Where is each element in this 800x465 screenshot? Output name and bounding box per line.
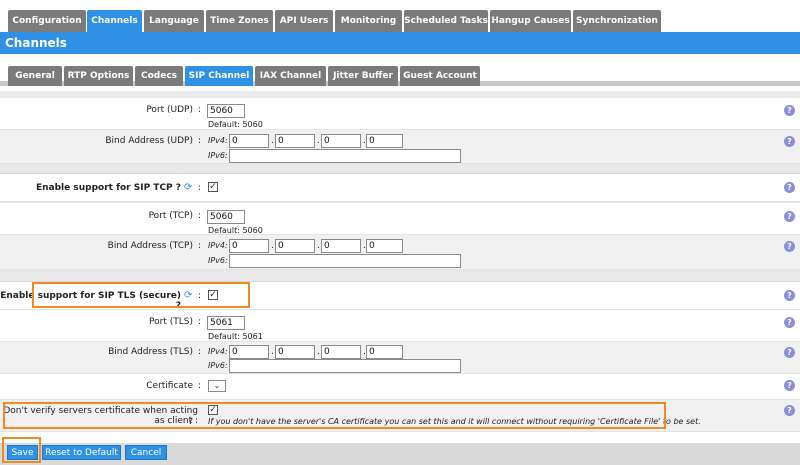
port-udp-input[interactable]: 5060: [207, 104, 245, 118]
port-tls-input[interactable]: 5061: [207, 316, 245, 330]
tab-channels[interactable]: Channels: [87, 10, 142, 32]
bind-tls-ipv4-octet-2[interactable]: 0: [275, 345, 315, 359]
ipv6-label: IPv6:: [208, 256, 228, 265]
ip-dot: .: [271, 136, 274, 146]
ip-dot: .: [271, 241, 274, 251]
bind-tcp-ipv4-octet-2[interactable]: 0: [275, 239, 315, 253]
bind-tls-label: Bind Address (TLS): [108, 347, 193, 357]
highlight-save: [2, 437, 41, 463]
help-icon[interactable]: ?: [784, 290, 795, 301]
subtab-rtp-options[interactable]: RTP Options: [64, 66, 133, 86]
subtab-guest-account[interactable]: Guest Account: [400, 66, 480, 86]
bind-udp-ipv4-octet-2[interactable]: 0: [275, 134, 315, 148]
subtab-codecs[interactable]: Codecs: [135, 66, 183, 86]
row-spacer: [0, 164, 800, 174]
top-tab-bar: Configuration Channels Language Time Zon…: [0, 0, 800, 32]
bind-tls-ipv4-octet-4[interactable]: 0: [366, 345, 403, 359]
help-icon[interactable]: ?: [784, 241, 795, 252]
bind-udp-ipv4-octet-4[interactable]: 0: [366, 134, 403, 148]
bind-udp-ipv6-input[interactable]: [229, 149, 461, 163]
tab-hangup-causes[interactable]: Hangup Causes: [490, 10, 571, 32]
enable-tcp-label: Enable support for SIP TCP ?: [35, 183, 181, 193]
tab-time-zones[interactable]: Time Zones: [206, 10, 273, 32]
port-tcp-label: Port (TCP): [148, 211, 193, 221]
row-port-tls: Port (TLS) : 5061 Default: 5061 ?: [0, 310, 800, 342]
help-icon[interactable]: ?: [784, 182, 795, 193]
cancel-button[interactable]: Cancel: [125, 445, 167, 460]
bind-udp-ipv4-octet-1[interactable]: 0: [229, 134, 269, 148]
bind-tcp-ipv4-octet-3[interactable]: 0: [321, 239, 361, 253]
section-title: Channels: [0, 32, 800, 54]
colon: :: [198, 317, 202, 327]
form-top-band: [0, 91, 800, 98]
port-udp-label: Port (UDP): [146, 105, 193, 115]
port-tls-default: Default: 5061: [208, 332, 263, 341]
ipv6-label: IPv6:: [208, 361, 228, 370]
ip-dot: .: [317, 347, 320, 357]
help-icon[interactable]: ?: [784, 380, 795, 391]
colon: :: [198, 381, 202, 391]
row-port-tcp: Port (TCP) : 5060 Default: 5060 ?: [0, 202, 800, 235]
highlight-enable-tls: [32, 282, 250, 308]
row-enable-tcp: Enable support for SIP TCP ? ⟳ : ✓ ?: [0, 174, 800, 202]
certificate-select[interactable]: ⌄: [208, 380, 226, 392]
ip-dot: .: [271, 347, 274, 357]
help-icon[interactable]: ?: [784, 347, 795, 358]
row-bind-tcp: Bind Address (TCP) : IPv4: 0 . 0 . 0 . 0…: [0, 235, 800, 270]
tab-configuration[interactable]: Configuration: [8, 10, 86, 32]
colon: :: [198, 136, 202, 146]
help-icon[interactable]: ?: [784, 211, 795, 222]
ipv4-label: IPv4:: [208, 136, 228, 145]
subtab-general[interactable]: General: [8, 66, 62, 86]
bind-tcp-label: Bind Address (TCP): [107, 241, 193, 251]
row-spacer: [0, 270, 800, 282]
reset-to-default-button[interactable]: Reset to Default: [42, 445, 121, 460]
tab-scheduled-tasks[interactable]: Scheduled Tasks: [404, 10, 488, 32]
tab-synchronization[interactable]: Synchronization: [573, 10, 661, 32]
enable-tcp-checkbox[interactable]: ✓: [208, 182, 218, 192]
bind-tls-ipv4-octet-3[interactable]: 0: [321, 345, 361, 359]
ip-dot: .: [317, 241, 320, 251]
port-udp-default: Default: 5060: [208, 120, 263, 129]
ipv4-label: IPv4:: [208, 347, 228, 356]
sub-tab-bar: General RTP Options Codecs SIP Channel I…: [0, 54, 800, 86]
help-icon[interactable]: ?: [784, 136, 795, 147]
ip-dot: .: [317, 136, 320, 146]
ipv4-label: IPv4:: [208, 241, 228, 250]
help-icon[interactable]: ?: [784, 405, 795, 416]
bind-tls-ipv4-octet-1[interactable]: 0: [229, 345, 269, 359]
row-port-udp: Port (UDP) : 5060 Default: 5060 ?: [0, 98, 800, 130]
bind-tcp-ipv6-input[interactable]: [229, 254, 461, 268]
row-certificate: Certificate : ⌄ ?: [0, 374, 800, 400]
refresh-icon[interactable]: ⟳: [184, 182, 195, 193]
certificate-label: Certificate: [146, 381, 193, 391]
subtab-jitter-buffer[interactable]: Jitter Buffer: [328, 66, 398, 86]
bind-udp-ipv4-octet-3[interactable]: 0: [321, 134, 361, 148]
bind-tcp-ipv4-octet-4[interactable]: 0: [366, 239, 403, 253]
colon: :: [198, 105, 202, 115]
highlight-dont-verify: [3, 402, 666, 429]
ipv6-label: IPv6:: [208, 151, 228, 160]
bind-tcp-ipv4-octet-1[interactable]: 0: [229, 239, 269, 253]
row-bind-tls: Bind Address (TLS) : IPv4: 0 . 0 . 0 . 0…: [0, 342, 800, 374]
bind-tls-ipv6-input[interactable]: [229, 359, 461, 373]
subtab-sip-channel[interactable]: SIP Channel: [185, 66, 253, 86]
subtab-iax-channel[interactable]: IAX Channel: [255, 66, 326, 86]
bind-udp-label: Bind Address (UDP): [105, 136, 193, 146]
colon: :: [198, 241, 202, 251]
port-tcp-input[interactable]: 5060: [207, 210, 245, 224]
tab-api-users[interactable]: API Users: [275, 10, 333, 32]
row-bind-udp: Bind Address (UDP) : IPv4: 0 . 0 . 0 . 0…: [0, 130, 800, 164]
port-tls-label: Port (TLS): [149, 317, 193, 327]
colon: :: [198, 211, 202, 221]
tab-monitoring[interactable]: Monitoring: [335, 10, 402, 32]
colon: :: [198, 347, 202, 357]
help-icon[interactable]: ?: [784, 105, 795, 116]
help-icon[interactable]: ?: [784, 317, 795, 328]
port-tcp-default: Default: 5060: [208, 226, 263, 235]
colon: :: [198, 183, 202, 193]
tab-language[interactable]: Language: [144, 10, 204, 32]
